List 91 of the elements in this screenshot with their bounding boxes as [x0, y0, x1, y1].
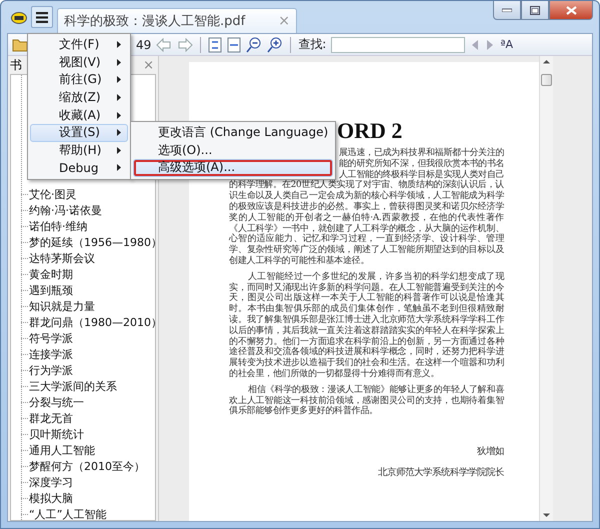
find-label: 查找: [298, 36, 326, 53]
menu-item[interactable]: 文件(F) [30, 36, 128, 54]
maximize-icon [530, 6, 540, 14]
text-line: 以后的事情，其后我就一直关注着这群踏踏实实的年轻人在科学探索上 [229, 326, 504, 336]
text-line: 实，而同时又涌现出许多新的科学问题。在人工智能普遍受到关注的今 [229, 282, 504, 293]
close-button[interactable] [549, 1, 593, 20]
document-tab[interactable]: 科学的极致：漫谈人工智能.pdf × [57, 8, 297, 33]
menu-item[interactable]: 缩放(Z) [30, 88, 128, 106]
text-line: 展迅速，已成为科技界和福斯都十分关注的 [339, 148, 504, 158]
signature-line: 狄增如 [476, 445, 504, 458]
menu-item[interactable]: 设置(S) [30, 124, 128, 142]
maximize-button[interactable] [521, 1, 549, 20]
bookmark-item[interactable]: 黄金时期 [29, 266, 73, 282]
bookmark-item[interactable]: 行为学派 [29, 362, 73, 378]
menu-item[interactable]: 更改语言 (Change Language) [133, 124, 333, 142]
bookmark-item[interactable]: 群龙问鼎（1980—2010） [29, 314, 155, 330]
menu-icon [36, 12, 48, 22]
text-line: 的科学理解。在20世纪人类实现了对宇宙、物质结构的深刻认识后，认 [229, 180, 504, 190]
text-line: 《人工科学》一书中，就创建了人工科学的概念，从大脑的运作机制、 [229, 224, 504, 234]
scrollbar[interactable] [539, 56, 553, 521]
text-line: 人工智能经过一个多世纪的发展，许多当初的科学幻想变成了现 [247, 272, 504, 282]
text-line: 能的研究所知不深，但我很欣赏本书的书名 [339, 158, 504, 170]
minimize-button[interactable] [493, 1, 521, 20]
fit-width-icon[interactable] [227, 36, 242, 52]
text-line: 人工智能的终极科学目标是实现人类对自己 [339, 170, 504, 180]
text-line: 的社会里，他们所做的一切都显得十分难得而有意义。 [229, 368, 440, 380]
match-case-button[interactable]: ªA [500, 38, 514, 51]
bookmark-item[interactable]: 分裂与统一 [29, 394, 84, 410]
menu-button[interactable] [31, 6, 53, 28]
text-line: 天，图灵公司出版这样一本关于人工智能的科普著作可以说是恰逢其 [229, 293, 504, 304]
menu-item[interactable]: 帮助(H) [30, 142, 128, 160]
menu-item[interactable]: Debug [30, 159, 128, 177]
text-line: 的不懈努力。他们一方面追求在科学前沿上的创新，另一方面通过各种 [229, 336, 504, 347]
bookmark-item[interactable]: 符号学派 [29, 330, 73, 346]
bookmark-item[interactable]: 群龙无首 [29, 410, 73, 426]
text-line: 读。我了解集智俱乐部是张江博士进入北京师范大学系统科学学科工作 [229, 314, 504, 326]
submenu-arrow-icon [117, 94, 121, 102]
bookmark-item[interactable]: 梦的延续（1956—1980） [29, 234, 155, 250]
text-line: 时。本书由集智俱乐部的成员们集体创作，笔触虽不老到但很精致耐 [229, 304, 504, 314]
scrollbar-thumb[interactable] [541, 74, 552, 86]
text-line: 识生命以及人类自己一定会成为新的核心科学领域，人工智能成为科学 [229, 191, 504, 202]
menu-item[interactable]: 视图(V) [30, 54, 128, 72]
text-line: 途径普及和交流各领域的科技进展和科学概念，同时，还努力把科学进 [229, 347, 504, 358]
submenu-arrow-icon [117, 146, 121, 154]
text-line: 展转变为技术进步以造福于我们的社会和生活。在这样一个喧嚣和功利 [229, 358, 504, 368]
submenu-arrow-icon [117, 58, 121, 66]
zoom-in-icon[interactable] [267, 36, 284, 52]
bookmark-item[interactable]: 连接学派 [29, 346, 73, 362]
submenu-arrow-icon [117, 129, 121, 136]
bookmark-item[interactable]: 梦醒何方（2010至今） [29, 458, 145, 474]
folder-icon[interactable] [12, 36, 28, 52]
page-heading: ORD 2 [337, 118, 402, 144]
text-line: 俱乐部能够创作更多更好的科普作品。 [229, 406, 379, 418]
bookmark-item[interactable]: “人工”人工智能 [29, 506, 106, 520]
scroll-down-icon[interactable] [543, 513, 550, 518]
submenu-arrow-icon [117, 112, 121, 119]
signature-line: 北京师范大学系统科学学院院长 [377, 466, 504, 480]
menu-item[interactable]: 前往(G) [30, 71, 128, 89]
bookmark-item[interactable]: 贝叶斯统计 [29, 426, 84, 442]
menu-item[interactable]: 选项(O)... [133, 142, 333, 160]
bookmark-item[interactable]: 诺伯特·维纳 [29, 218, 88, 234]
text-line: 相信《科学的极致：漫谈人工智能》能够让更多的年轻人了解和喜 [247, 384, 504, 396]
bookmark-item[interactable]: 通用人工智能 [29, 442, 95, 458]
app-icon [11, 12, 27, 24]
fit-page-icon[interactable] [208, 36, 222, 52]
find-field[interactable] [331, 36, 466, 52]
bookmark-item[interactable]: 深度学习 [29, 474, 73, 490]
menu-item[interactable]: 高级选项(A)... [133, 159, 333, 177]
bookmark-item[interactable]: 达特茅斯会议 [29, 250, 95, 266]
bookmark-item[interactable]: 三大学派间的关系 [29, 378, 117, 394]
text-line: 心智的适应能力、记忆和学习过程，一直到经济学、设计科学、管理 [229, 234, 504, 244]
scroll-up-icon[interactable] [543, 59, 550, 64]
bookmarks-title: 书 [10, 56, 22, 74]
minimize-icon [502, 8, 512, 12]
text-line: 奖的人工智能的开创者之一赫伯特·A.西蒙教授，在他的代表性著作 [229, 212, 504, 224]
page-count: 49 [136, 38, 152, 52]
submenu-arrow-icon [117, 41, 121, 48]
text-line: 创建人工科学的可能性和基本途径。 [229, 256, 370, 267]
menu-item[interactable]: 收藏(A) [30, 106, 128, 124]
bookmark-item[interactable]: 艾伦·图灵 [29, 186, 76, 202]
text-line: 的极致应该是科技进步的必然。事实上，曾获得图灵奖和诺贝尔经济学 [229, 202, 504, 212]
text-line: 欢上人工智能这一科技前沿领域，感谢图灵公司的支持，也期待着集智 [229, 396, 504, 406]
bookmark-item[interactable]: 遇到瓶颈 [29, 282, 73, 298]
submenu-arrow-icon [117, 76, 121, 84]
bookmark-item[interactable]: 知识就是力量 [29, 298, 95, 314]
bookmark-item[interactable]: 模拟大脑 [29, 490, 73, 506]
bookmark-item[interactable]: 约翰·冯·诺依曼 [29, 202, 102, 218]
close-icon [566, 6, 576, 14]
text-line: 学、复杂性研究等广泛的领域，阐述了人工智能所期望达到的目标以及 [229, 245, 504, 256]
zoom-out-icon[interactable] [246, 36, 262, 52]
submenu-arrow-icon [117, 164, 121, 172]
